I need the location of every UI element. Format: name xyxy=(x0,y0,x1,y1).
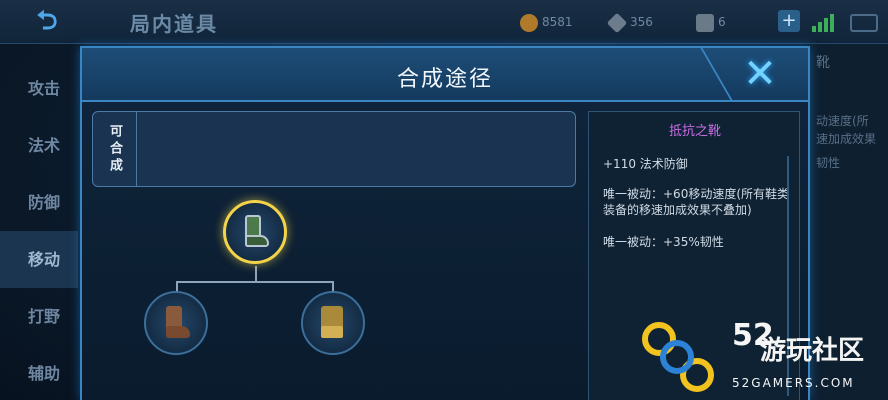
item-passive-speed: 唯一被动：+60移动速度(所有鞋类装备的移速加成效果不叠加) xyxy=(603,187,790,217)
coupon-counter: 6 xyxy=(696,12,726,32)
item-stat: +110 法术防御 xyxy=(603,157,688,171)
can-compose-label: 可合成 xyxy=(93,112,137,186)
site-watermark: 52 游玩社区 52GAMERS.COM xyxy=(640,318,888,400)
modal-header: 合成途径 ✕ xyxy=(82,48,808,102)
top-bar: ⮌ 局内道具 8581 356 6 + xyxy=(0,0,888,44)
modal-title: 合成途径 xyxy=(396,67,493,92)
battery-icon xyxy=(850,14,878,32)
gold-value: 8581 xyxy=(542,15,573,29)
category-magic[interactable]: 法术 xyxy=(0,117,78,174)
item-name: 抵抗之靴 xyxy=(668,124,721,139)
tree-connector xyxy=(255,266,257,282)
diamond-counter: 356 xyxy=(606,12,653,33)
coupon-icon xyxy=(696,13,714,32)
gold-coin-icon xyxy=(520,13,538,32)
close-x-icon[interactable]: ✕ xyxy=(740,54,780,94)
can-compose-box: 可合成 xyxy=(92,111,576,187)
watermark-url: 52GAMERS.COM xyxy=(732,376,855,390)
watermark-site-name: 游玩社区 xyxy=(760,336,865,366)
background-text-line: 韧性 xyxy=(816,156,841,170)
background-text-line: 动速度(所 xyxy=(816,114,869,128)
tree-connector xyxy=(176,281,334,283)
watermark-circle-icon xyxy=(660,340,694,374)
gold-boots-icon[interactable] xyxy=(301,291,365,355)
background-item-name: 靴 xyxy=(816,55,830,71)
category-movement[interactable]: 移动 xyxy=(0,231,78,288)
page-title: 局内道具 xyxy=(130,12,218,36)
signal-icon xyxy=(812,14,836,32)
category-jungle[interactable]: 打野 xyxy=(0,288,78,345)
gold-counter: 8581 xyxy=(520,12,573,32)
can-compose-text: 可合成 xyxy=(107,123,122,175)
category-menu: 攻击 法术 防御 移动 打野 辅助 xyxy=(0,60,78,400)
category-support[interactable]: 辅助 xyxy=(0,345,78,400)
item-passive-tenacity: 唯一被动：+35%韧性 xyxy=(603,235,724,249)
back-arrow-icon[interactable]: ⮌ xyxy=(18,6,76,36)
diamond-icon xyxy=(606,12,628,33)
category-attack[interactable]: 攻击 xyxy=(0,60,78,117)
coupon-value: 6 xyxy=(718,15,726,29)
add-currency-button[interactable]: + xyxy=(778,10,800,32)
category-defense[interactable]: 防御 xyxy=(0,174,78,231)
diamond-value: 356 xyxy=(630,15,653,29)
brown-boots-icon[interactable] xyxy=(144,291,208,355)
green-boots-icon[interactable] xyxy=(223,200,287,264)
background-text-line: 速加成效果 xyxy=(816,132,877,146)
